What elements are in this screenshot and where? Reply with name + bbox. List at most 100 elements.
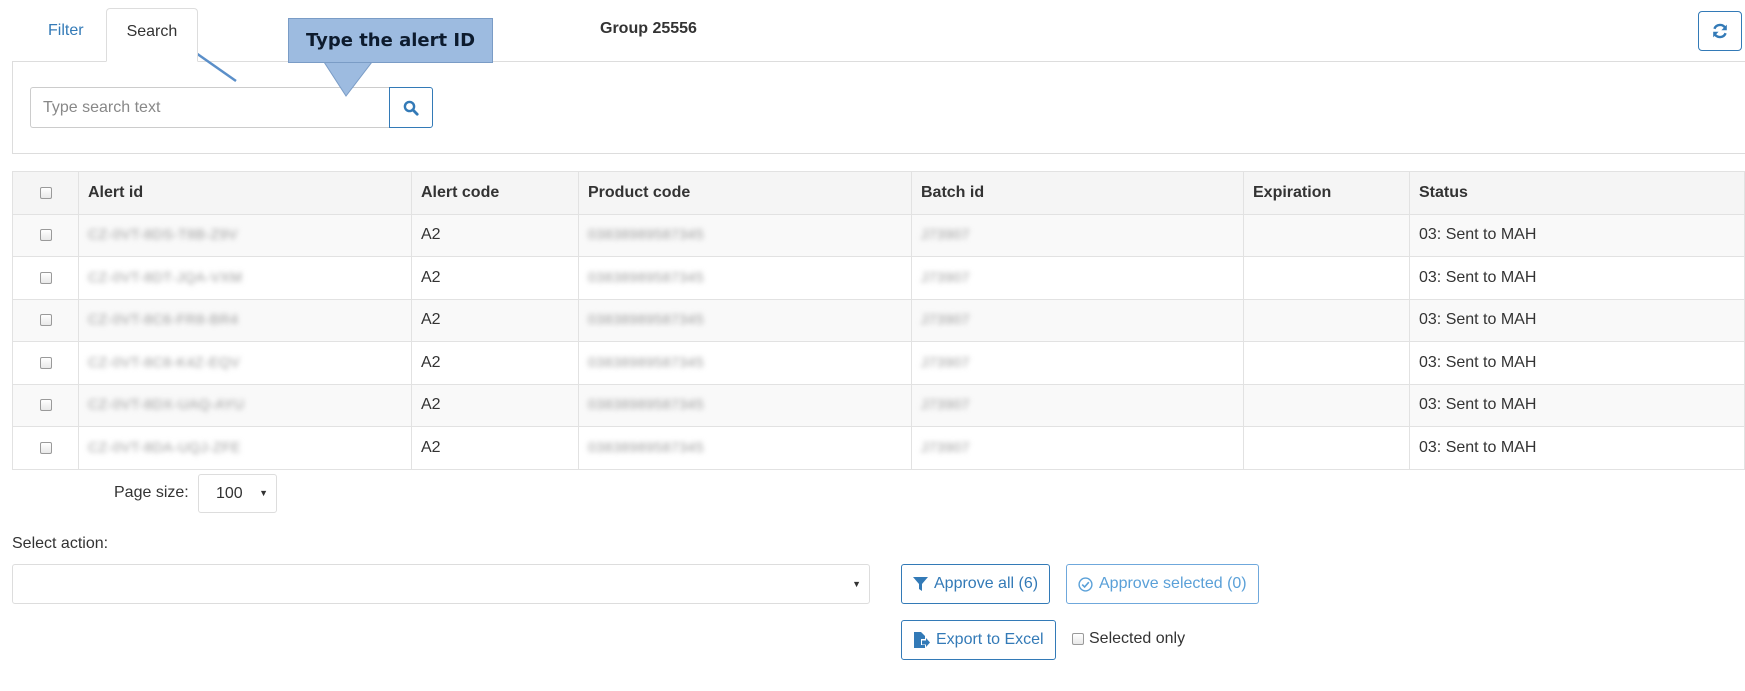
export-label: Export to Excel — [936, 631, 1044, 648]
expiration-cell — [1243, 383, 1410, 427]
column-header-product-code[interactable]: Product code — [578, 171, 912, 215]
row-checkbox[interactable] — [39, 271, 52, 284]
product-code-value: 03838989587345 — [588, 396, 705, 413]
table-row[interactable]: CZ-0VT-8DA-UQJ-ZFE A2 03838989587345 J73… — [12, 426, 1745, 470]
select-all-checkbox[interactable] — [39, 186, 52, 199]
selected-only-label: Selected only — [1089, 630, 1186, 647]
refresh-button[interactable] — [1698, 11, 1742, 51]
column-header-status[interactable]: Status — [1409, 171, 1745, 215]
batch-id-cell: J73907 — [911, 256, 1244, 300]
page-size-select[interactable]: 100 ▼ — [198, 474, 277, 513]
expiration-cell — [1243, 298, 1410, 342]
batch-id-value: J73907 — [921, 268, 970, 285]
alert-id-cell: CZ-0VT-8C6-FR8-BR4 — [78, 298, 412, 342]
status-cell: 03: Sent to MAH — [1409, 256, 1745, 300]
table-header-row: Alert id Alert code Product code Batch i… — [12, 171, 1745, 215]
expiration-cell — [1243, 256, 1410, 300]
batch-id-cell: J73907 — [911, 341, 1244, 385]
batch-id-value: J73907 — [921, 438, 970, 455]
column-header-alert-code[interactable]: Alert code — [411, 171, 579, 215]
page-size-label: Page size: — [114, 484, 189, 501]
approve-selected-button[interactable]: Approve selected (0) — [1066, 564, 1259, 604]
row-checkbox[interactable] — [39, 356, 52, 369]
action-select[interactable]: ▼ — [12, 564, 870, 604]
alert-id-value: CZ-0VT-8DX-UAQ-AYU — [88, 396, 245, 413]
check-circle-icon — [1078, 576, 1093, 592]
status-cell: 03: Sent to MAH — [1409, 341, 1745, 385]
column-header-batch-id[interactable]: Batch id — [911, 171, 1244, 215]
approve-selected-label: Approve selected (0) — [1099, 575, 1247, 592]
product-code-cell: 03838989587345 — [578, 383, 912, 427]
product-code-cell: 03838989587345 — [578, 341, 912, 385]
callout-box: Type the alert ID — [288, 18, 493, 63]
row-checkbox[interactable] — [39, 314, 52, 327]
alert-code-cell: A2 — [411, 298, 579, 342]
batch-id-value: J73907 — [921, 396, 970, 413]
status-cell: 03: Sent to MAH — [1409, 426, 1745, 470]
product-code-value: 03838989587345 — [588, 268, 705, 285]
alert-id-value: CZ-0VT-8DA-UQJ-ZFE — [88, 438, 241, 455]
approve-all-button[interactable]: Approve all (6) — [901, 564, 1051, 604]
row-checkbox[interactable] — [39, 229, 52, 242]
alert-id-value: CZ-0VT-8DS-T8B-Z9V — [88, 226, 238, 243]
alert-code-cell: A2 — [411, 256, 579, 300]
alert-id-value: CZ-0VT-8C8-K4Z-EQV — [88, 353, 241, 370]
alert-code-cell: A2 — [411, 213, 579, 257]
status-cell: 03: Sent to MAH — [1409, 383, 1745, 427]
refresh-icon — [1713, 23, 1727, 39]
search-input[interactable] — [30, 87, 389, 128]
row-select-cell — [12, 213, 79, 257]
tab-bar: Filter Search — [28, 8, 199, 62]
tab-filter[interactable]: Filter — [28, 8, 104, 62]
search-button[interactable] — [389, 87, 433, 128]
search-icon — [403, 100, 419, 116]
product-code-value: 03838989587345 — [588, 353, 705, 370]
table-row[interactable]: CZ-0VT-8C8-K4Z-EQV A2 03838989587345 J73… — [12, 341, 1745, 385]
column-header-alert-id[interactable]: Alert id — [78, 171, 412, 215]
alert-code-cell: A2 — [411, 426, 579, 470]
select-action-label: Select action: — [12, 535, 109, 552]
status-cell: 03: Sent to MAH — [1409, 298, 1745, 342]
row-select-cell — [12, 383, 79, 427]
batch-id-cell: J73907 — [911, 383, 1244, 427]
product-code-cell: 03838989587345 — [578, 426, 912, 470]
product-code-value: 03838989587345 — [588, 311, 705, 328]
tab-search[interactable]: Search — [105, 8, 199, 62]
table-row[interactable]: CZ-0VT-8C6-FR8-BR4 A2 03838989587345 J73… — [12, 298, 1745, 342]
alert-code-cell: A2 — [411, 341, 579, 385]
status-cell: 03: Sent to MAH — [1409, 213, 1745, 257]
file-export-icon — [914, 631, 930, 648]
batch-id-cell: J73907 — [911, 213, 1244, 257]
row-checkbox[interactable] — [39, 441, 52, 454]
filter-icon — [913, 576, 928, 591]
selected-only-option: Selected only — [1072, 630, 1185, 648]
alert-id-value: CZ-0VT-8DT-JQA-VXM — [88, 268, 243, 285]
batch-id-cell: J73907 — [911, 426, 1244, 470]
batch-id-value: J73907 — [921, 226, 970, 243]
product-code-value: 03838989587345 — [588, 438, 705, 455]
page-size-value: 100 — [216, 485, 243, 502]
table-row[interactable]: CZ-0VT-8DT-JQA-VXM A2 03838989587345 J73… — [12, 256, 1745, 300]
batch-id-value: J73907 — [921, 353, 970, 370]
batch-id-cell: J73907 — [911, 298, 1244, 342]
alert-id-cell: CZ-0VT-8DT-JQA-VXM — [78, 256, 412, 300]
alert-id-cell: CZ-0VT-8DS-T8B-Z9V — [78, 213, 412, 257]
column-header-expiration[interactable]: Expiration — [1243, 171, 1410, 215]
row-checkbox[interactable] — [39, 399, 52, 412]
selected-only-checkbox[interactable] — [1072, 633, 1084, 645]
product-code-cell: 03838989587345 — [578, 256, 912, 300]
caret-down-icon: ▼ — [259, 488, 268, 498]
product-code-cell: 03838989587345 — [578, 298, 912, 342]
alert-id-cell: CZ-0VT-8C8-K4Z-EQV — [78, 341, 412, 385]
select-all-cell — [12, 171, 79, 215]
table-row[interactable]: CZ-0VT-8DS-T8B-Z9V A2 03838989587345 J73… — [12, 213, 1745, 257]
alert-id-cell: CZ-0VT-8DA-UQJ-ZFE — [78, 426, 412, 470]
approve-all-label: Approve all (6) — [934, 575, 1039, 592]
group-title: Group 25556 — [600, 20, 697, 37]
row-select-cell — [12, 256, 79, 300]
expiration-cell — [1243, 341, 1410, 385]
caret-down-icon: ▼ — [852, 579, 861, 589]
export-to-excel-button[interactable]: Export to Excel — [901, 620, 1056, 660]
table-row[interactable]: CZ-0VT-8DX-UAQ-AYU A2 03838989587345 J73… — [12, 383, 1745, 427]
product-code-value: 03838989587345 — [588, 226, 705, 243]
